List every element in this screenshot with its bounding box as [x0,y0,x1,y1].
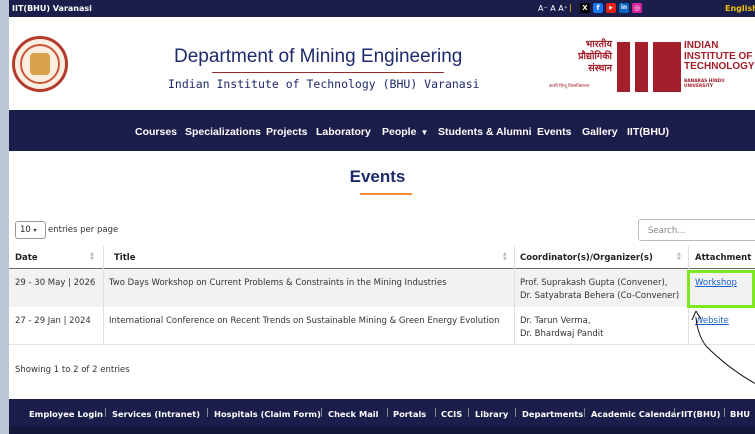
footer-link[interactable]: Check Mail [328,409,379,419]
sort-icon[interactable]: ▲ ▼ [503,252,507,262]
main-nav: Courses Specializations Projects Laborat… [9,110,755,151]
footer-link[interactable]: Hospitals (Claim Form) [214,409,321,419]
x-icon[interactable]: X [580,3,590,13]
cell-date: 27 - 29 Jan | 2024 [15,316,91,326]
nav-courses[interactable]: Courses [135,126,177,138]
title-divider [212,72,444,73]
col-title[interactable]: Title [114,253,135,263]
col-coordinators[interactable]: Coordinator(s)/Organizer(s) [520,253,653,263]
attachment-link[interactable]: Website [695,315,729,328]
footer-strip [9,426,755,434]
nav-laboratory[interactable]: Laboratory [316,126,371,138]
col-attachment[interactable]: Attachment [695,253,751,263]
click-target-highlight [687,270,755,308]
iit-hindi-line-3: संस्थान [588,63,612,74]
nav-iit-bhu[interactable]: IIT(BHU) [627,126,669,138]
column-divider [103,246,104,344]
entries-select[interactable]: 10 ▾ [15,221,46,239]
nav-people[interactable]: People ▼ [382,126,428,138]
table-info: Showing 1 to 2 of 2 entries [15,365,130,375]
iit-eng-line-1: INDIAN [684,40,719,51]
cell-coordinator-1: Dr. Tarun Verma, [520,316,591,326]
nav-specializations[interactable]: Specializations [185,126,261,138]
footer-link[interactable]: BHU [730,409,750,419]
table-row: 27 - 29 Jan | 2024 International Confere… [9,307,755,344]
cell-title: Two Days Workshop on Current Problems & … [109,278,447,288]
footer-link[interactable]: Portals [393,409,426,419]
cell-coordinator-1: Prof. Suprakash Gupta (Convener), [520,278,668,288]
iit-logo-english-sub: BANARAS HINDU UNIVERSITY [684,79,725,89]
footer-link[interactable]: CCIS [441,409,462,419]
sort-icon[interactable]: ▲ ▼ [677,252,681,262]
nav-events[interactable]: Events [537,126,571,138]
department-title: Department of Mining Engineering [174,46,463,67]
nav-gallery[interactable]: Gallery [582,126,618,138]
cell-date: 29 - 30 May | 2026 [15,278,96,288]
cell-coordinator-2: Dr. Bhardwaj Pandit [520,329,604,339]
footer-links: Employee Login | Services (Intranet) | H… [29,408,751,419]
top-bar: IIT(BHU) Varanasi A⁻ A A⁺ | X f ▶ in ◎ E… [9,0,755,17]
search-input[interactable]: Search... [638,219,755,241]
window-left-edge [0,0,9,434]
footer-link[interactable]: Academic Calendar [591,409,681,419]
instagram-icon[interactable]: ◎ [632,3,642,13]
table-bottom-border [9,344,755,345]
iit-bhu-logo[interactable]: भारतीय प्रौद्योगिकी संस्थान काशी हिन्दू … [547,39,755,103]
facebook-icon[interactable]: f [593,3,603,13]
search-placeholder: Search... [648,226,686,236]
iit-logo-hindi: भारतीय प्रौद्योगिकी संस्थान [557,39,612,75]
font-size-controls[interactable]: A⁻ A A⁺ [538,4,568,13]
footer-link[interactable]: IIT(BHU) [681,409,720,419]
site-footer: Employee Login | Services (Intranet) | H… [9,399,755,434]
institute-title: Indian Institute of Technology (BHU) Var… [168,77,480,91]
nav-projects[interactable]: Projects [266,126,307,138]
chevron-down-icon: ▾ [33,227,37,234]
nav-people-label: People [382,126,417,138]
column-divider [514,246,515,344]
iit-logo-hindi-sub: काशी हिन्दू विश्वविद्यालय [549,84,590,89]
footer-link[interactable]: Services (Intranet) [112,409,200,419]
iit-hindi-line-1: भारतीय [585,39,612,50]
entries-label: entries per page [48,225,119,235]
iit-logo-english: INDIAN INSTITUTE OF TECHNOLOGY [684,40,755,73]
iit-hindi-line-2: प्रौद्योगिकी [578,51,612,62]
site-header: Department of Mining Engineering Indian … [9,17,755,110]
page-title: Events [349,167,406,186]
chevron-down-icon: ▼ [420,128,429,137]
linkedin-icon[interactable]: in [619,3,629,13]
nav-students-alumni[interactable]: Students & Alumni [438,126,532,138]
col-date[interactable]: Date [15,253,38,263]
top-separator: | [569,3,572,12]
language-switch[interactable]: English [725,4,755,13]
bhu-seal-logo[interactable] [12,36,68,92]
top-brand-link[interactable]: IIT(BHU) Varanasi [12,4,92,13]
cell-coordinator-2: Dr. Satyabrata Behera (Co-Convener) [520,291,680,301]
footer-link[interactable]: Employee Login [29,409,103,419]
iit-eng-line-3: TECHNOLOGY [684,61,755,72]
entries-value: 10 [20,225,31,235]
youtube-icon[interactable]: ▶ [606,3,616,13]
table-row: 29 - 30 May | 2026 Two Days Workshop on … [9,270,755,307]
table-header: Date ▲ ▼ Title ▲ ▼ Coordinator(s)/Organize… [9,246,755,269]
footer-link[interactable]: Departments [522,409,583,419]
footer-link[interactable]: Library [475,409,508,419]
seal-emblem [30,53,50,75]
sort-icon[interactable]: ▲ ▼ [90,252,94,262]
cell-title: International Conference on Recent Trend… [109,316,500,326]
title-underline [360,193,412,195]
